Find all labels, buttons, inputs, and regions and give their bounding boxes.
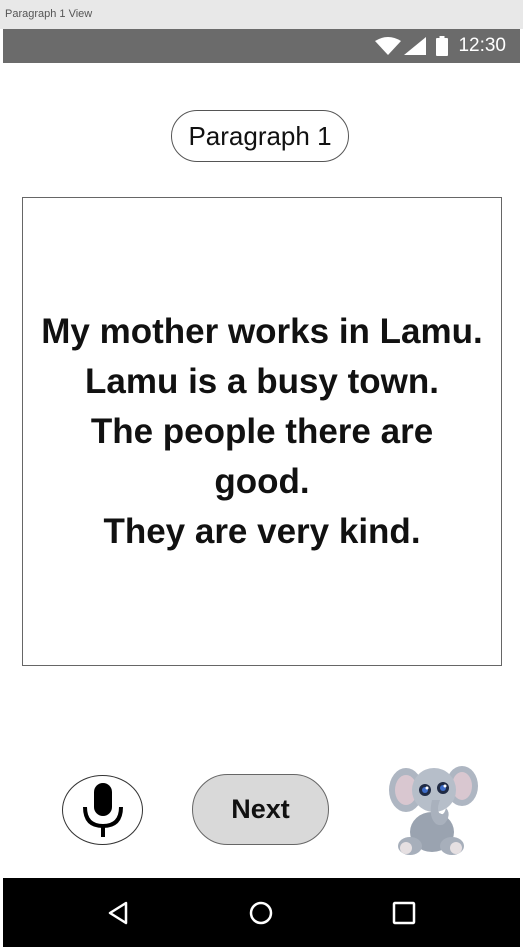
window-title-bar: Paragraph 1 View <box>0 0 523 29</box>
paragraph-line: My mother works in Lamu. <box>41 311 483 351</box>
recents-icon <box>392 901 416 925</box>
signal-icon <box>404 37 427 55</box>
navigation-bar <box>3 878 520 947</box>
page-title: Paragraph 1 <box>171 110 349 162</box>
paragraph-line: The people there are <box>90 411 434 451</box>
back-icon <box>108 901 128 925</box>
battery-icon <box>436 36 449 56</box>
microphone-icon <box>82 783 123 837</box>
paragraph-box: My mother works in Lamu. Lamu is a busy … <box>22 197 502 666</box>
microphone-button[interactable] <box>62 775 143 845</box>
window-title: Paragraph 1 View <box>5 8 93 20</box>
home-button[interactable] <box>246 898 276 928</box>
wifi-icon <box>375 37 402 55</box>
recents-button[interactable] <box>389 898 419 928</box>
next-button[interactable]: Next <box>192 774 329 845</box>
elephant-mascot[interactable] <box>384 762 484 857</box>
paragraph-line: good. <box>214 461 310 501</box>
status-clock: 12:30 <box>458 35 506 56</box>
home-icon <box>249 901 273 925</box>
status-bar: 12:30 <box>3 29 520 63</box>
back-button[interactable] <box>103 898 133 928</box>
paragraph-line: Lamu is a busy town. <box>85 361 439 401</box>
paragraph-line: They are very kind. <box>103 511 421 551</box>
paragraph-text: My mother works in Lamu. Lamu is a busy … <box>37 307 486 557</box>
